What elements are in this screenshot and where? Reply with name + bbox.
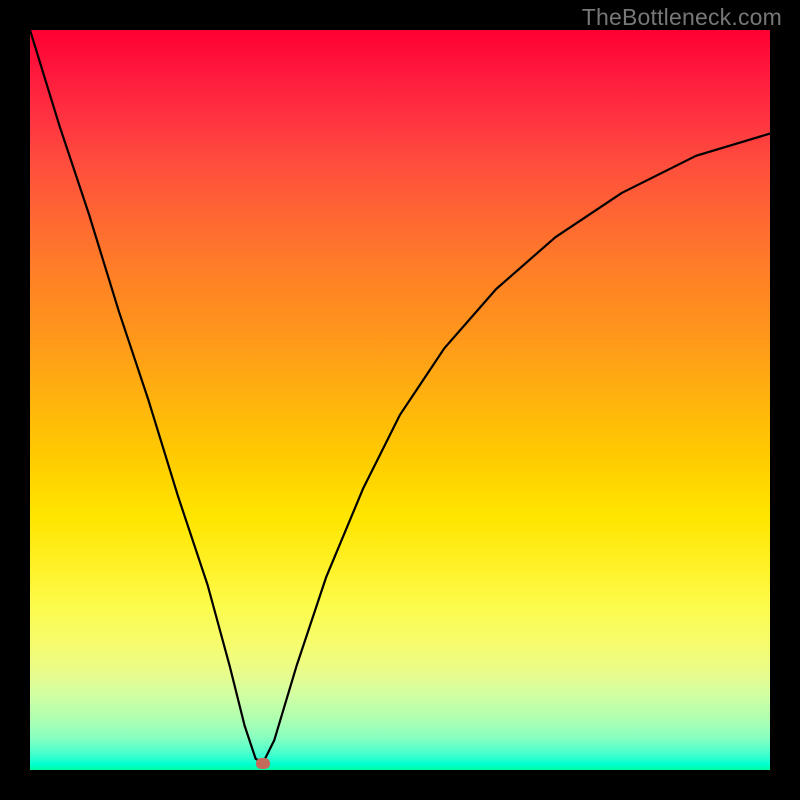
curve-svg [30, 30, 770, 770]
chart-frame: TheBottleneck.com [0, 0, 800, 800]
minimum-marker [256, 758, 270, 769]
plot-area [30, 30, 770, 770]
watermark-text: TheBottleneck.com [582, 4, 782, 31]
bottleneck-curve [30, 30, 770, 763]
